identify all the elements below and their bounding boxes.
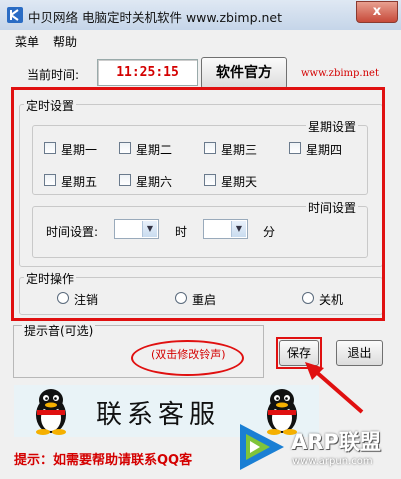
website-link[interactable]: www.zbimp.net — [301, 68, 379, 79]
highlight-settings-box — [11, 87, 385, 321]
current-time-display: 11:25:15 — [97, 59, 198, 86]
penguin-icon — [36, 389, 66, 435]
menu-item-menu[interactable]: 菜单 — [15, 33, 39, 50]
window-title: 中贝网络 电脑定时关机软件 www.zbimp.net — [28, 10, 283, 25]
app-icon — [7, 7, 23, 23]
highlight-tone-ellipse — [131, 340, 244, 376]
banner-text: 联系客服 — [96, 400, 221, 430]
arp-logo-icon — [240, 424, 284, 470]
close-button[interactable]: x — [356, 1, 398, 23]
tone-label: 提示音(可选) — [22, 322, 96, 339]
watermark-url: www.arpun.com — [292, 456, 373, 467]
footer-tip: 提示：如需要帮助请联系QQ客 — [14, 453, 193, 468]
menu-item-help[interactable]: 帮助 — [53, 33, 77, 50]
official-site-button[interactable]: 软件官方 — [201, 57, 287, 89]
watermark-brand: ARP联盟 — [291, 430, 381, 454]
current-time-label: 当前时间: — [27, 68, 80, 82]
